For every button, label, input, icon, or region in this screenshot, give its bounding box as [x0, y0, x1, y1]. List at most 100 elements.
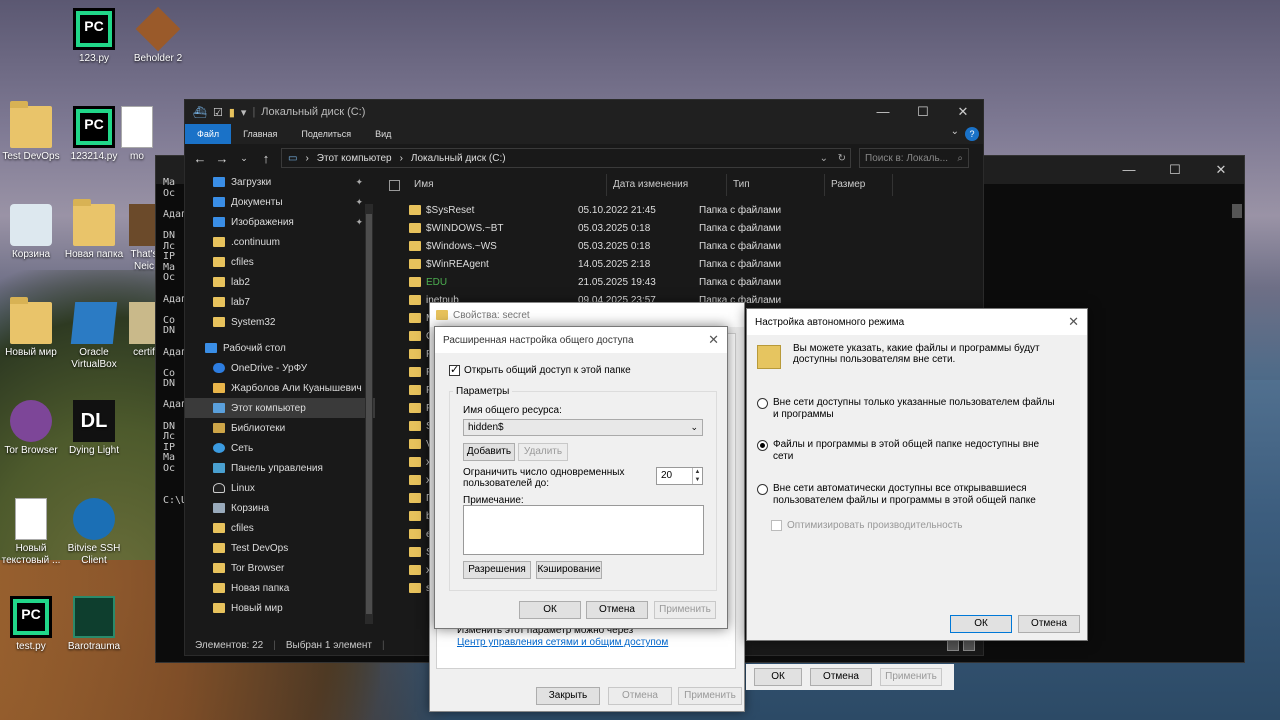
network-center-link[interactable]: Центр управления сетями и общим доступом — [457, 637, 707, 649]
maximize-icon[interactable]: ☐ — [1152, 156, 1198, 184]
close-icon[interactable]: ✕ — [1198, 156, 1244, 184]
quick-access-dropdown-icon[interactable]: ▾ — [241, 106, 247, 119]
add-button[interactable]: Добавить — [463, 443, 515, 461]
option-auto-available[interactable]: Вне сети автоматически доступны все откр… — [757, 483, 1077, 507]
advanced-sharing-dialog[interactable]: Расширенная настройка общего доступа ✕ О… — [434, 326, 728, 629]
table-row[interactable]: EDU 21.05.2025 19:43 Папка с файлами — [381, 273, 981, 291]
refresh-icon[interactable]: ↻ — [838, 153, 846, 164]
tab-home[interactable]: Главная — [231, 124, 289, 144]
apply-button[interactable]: Применить — [880, 668, 942, 686]
optimize-performance-row[interactable]: Оптимизировать производительность — [771, 520, 963, 532]
close-icon[interactable]: ✕ — [708, 332, 719, 348]
minimize-icon[interactable]: — — [863, 100, 903, 124]
path-field[interactable]: ▭ › Этот компьютер › Локальный диск (C:)… — [281, 148, 851, 168]
sidebar-item[interactable]: Tor Browser — [185, 558, 375, 578]
radio-user-selected[interactable] — [757, 398, 768, 409]
sidebar-item[interactable]: Test DevOps — [185, 538, 375, 558]
table-row[interactable]: $Windows.~WS 05.03.2025 0:18 Папка с файла… — [381, 237, 981, 255]
option-not-available[interactable]: Файлы и программы в этой общей папке нед… — [757, 439, 1057, 463]
desktop-icon-virtualbox[interactable]: Oracle VirtualBox — [59, 302, 129, 371]
desktop-icon-beholder[interactable]: Beholder 2 — [123, 6, 193, 65]
tab-view[interactable]: Вид — [363, 124, 403, 144]
help-icon[interactable]: ? — [965, 127, 979, 141]
desktop-icon-new-folder[interactable]: Новая папка — [59, 199, 129, 261]
offline-settings-titlebar[interactable]: Настройка автономного режима ✕ — [747, 309, 1087, 335]
user-limit-stepper[interactable]: 20 ▲ ▼ — [656, 467, 703, 485]
optimize-performance-checkbox[interactable] — [771, 520, 782, 531]
tab-file[interactable]: Файл — [185, 124, 232, 144]
properties-titlebar[interactable]: Свойства: secret — [430, 303, 744, 327]
cancel-button[interactable]: Отмена — [1018, 615, 1080, 633]
advanced-sharing-titlebar[interactable]: Расширенная настройка общего доступа ✕ — [435, 327, 727, 353]
table-row[interactable]: $SysReset 05.10.2022 21:45 Папка с файлами — [381, 201, 981, 219]
share-folder-row[interactable]: Открыть общий доступ к этой папке — [449, 363, 631, 376]
minimize-icon[interactable]: — — [1106, 156, 1152, 184]
desktop-icon-new-text[interactable]: Новый текстовый ... — [0, 498, 66, 567]
recent-dropdown-icon[interactable]: ⌄ — [237, 153, 251, 164]
sidebar-item[interactable]: Изображения ✦ — [185, 212, 375, 232]
close-icon[interactable]: ✕ — [943, 100, 983, 124]
sidebar-item[interactable]: Жарболов Али Куанышевич — [185, 378, 375, 398]
offline-settings-dialog[interactable]: Настройка автономного режима ✕ Вы можете… — [746, 308, 1088, 641]
cancel-button[interactable]: Отмена — [608, 687, 672, 705]
properties-quick-icon[interactable]: ☑ — [213, 106, 223, 119]
column-name[interactable]: Имя — [408, 174, 607, 196]
share-name-select[interactable]: hidden$ ⌄ — [463, 419, 703, 436]
sidebar-item[interactable]: lab7 — [185, 292, 375, 312]
desktop-icon-test-py[interactable]: test.py — [0, 596, 66, 653]
desktop-icon-barotrauma[interactable]: Barotrauma — [59, 596, 129, 653]
sidebar-item[interactable]: .continuum — [185, 232, 375, 252]
desktop-icon-tor-browser[interactable]: Tor Browser — [0, 400, 66, 457]
sidebar-item[interactable]: Новый мир — [185, 598, 375, 618]
option-user-selected[interactable]: Вне сети доступны только указанные польз… — [757, 397, 1057, 421]
desktop-icon-dying-light[interactable]: DL Dying Light — [59, 400, 129, 457]
table-row[interactable]: $WinREAgent 14.05.2025 2:18 Папка с файлам… — [381, 255, 981, 273]
select-all-checkbox[interactable] — [389, 179, 400, 191]
caching-button[interactable]: Кэширование — [536, 561, 602, 579]
column-date[interactable]: Дата изменения — [607, 174, 727, 196]
radio-not-available[interactable] — [757, 440, 768, 451]
ok-button[interactable]: ОК — [519, 601, 581, 619]
desktop-icon-recycle-bin[interactable]: Корзина — [0, 204, 66, 261]
folder-quick-icon[interactable]: ▮ — [229, 106, 235, 119]
table-row[interactable]: $WINDOWS.~BT 05.03.2025 0:18 Папка с файла… — [381, 219, 981, 237]
close-icon[interactable]: ✕ — [1068, 314, 1079, 330]
sidebar-item[interactable]: lab2 — [185, 272, 375, 292]
sidebar-item[interactable]: Linux — [185, 478, 375, 498]
remove-button[interactable]: Удалить — [518, 443, 568, 461]
desktop-icon-123py[interactable]: 123.py — [59, 8, 129, 65]
ok-button[interactable]: ОК — [950, 615, 1012, 633]
search-input[interactable]: Поиск в: Локаль... ⌕ — [859, 148, 969, 168]
sidebar-item[interactable]: Документы ✦ — [185, 192, 375, 212]
permissions-button[interactable]: Разрешения — [463, 561, 531, 579]
breadcrumb-computer[interactable]: Этот компьютер — [317, 153, 392, 164]
stepper-arrows-icon[interactable]: ▲ ▼ — [692, 468, 702, 484]
sidebar-item[interactable]: cfiles — [185, 252, 375, 272]
sidebar-item[interactable]: Загрузки ✦ — [185, 172, 375, 192]
sidebar-item[interactable]: Новая папка — [185, 578, 375, 598]
cancel-button[interactable]: Отмена — [586, 601, 648, 619]
path-dropdown-icon[interactable]: ⌄ — [820, 153, 828, 164]
sidebar-item[interactable]: Сеть — [185, 438, 375, 458]
nav-scrollbar[interactable] — [365, 204, 373, 624]
terminal-scrollbar[interactable] — [1232, 204, 1242, 218]
maximize-icon[interactable]: ☐ — [903, 100, 943, 124]
breadcrumb-drive[interactable]: Локальный диск (C:) — [411, 153, 506, 164]
up-arrow-icon[interactable]: ↑ — [259, 151, 273, 166]
ok-button[interactable]: ОК — [754, 668, 802, 686]
sidebar-item[interactable]: cfiles — [185, 518, 375, 538]
desktop-icon-test-devops[interactable]: Test DevOps — [0, 101, 66, 163]
tab-share[interactable]: Поделиться — [289, 124, 363, 144]
comment-textarea[interactable] — [463, 505, 704, 555]
sidebar-item[interactable]: OneDrive - УрФУ — [185, 358, 375, 378]
radio-auto-available[interactable] — [757, 484, 768, 495]
explorer-titlebar[interactable]: ⛴ ☑ ▮ ▾ | Локальный диск (C:) — ☐ ✕ — [185, 100, 983, 124]
forward-arrow-icon[interactable]: → — [215, 151, 229, 166]
cancel-button[interactable]: Отмена — [810, 668, 872, 686]
column-size[interactable]: Размер — [825, 174, 893, 196]
apply-button[interactable]: Применить — [678, 687, 742, 705]
sidebar-item[interactable]: Библиотеки — [185, 418, 375, 438]
apply-button[interactable]: Применить — [654, 601, 716, 619]
sidebar-item[interactable]: System32 — [185, 312, 375, 332]
desktop-icon-bitvise[interactable]: Bitvise SSH Client — [59, 498, 129, 567]
